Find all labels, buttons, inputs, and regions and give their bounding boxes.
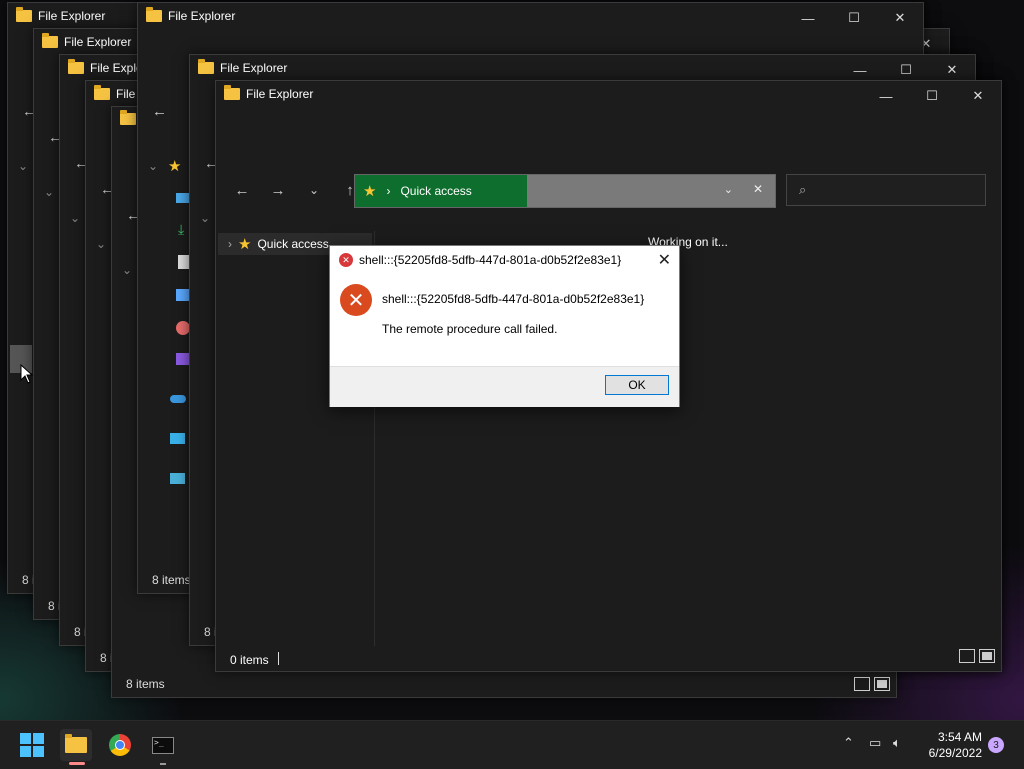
- chevron-down-icon[interactable]: ⌄: [18, 159, 28, 173]
- active-app-indicator: [69, 762, 85, 765]
- status-bar-text: 8 items: [152, 573, 191, 587]
- window-title: File Explorer: [198, 59, 287, 75]
- folder-icon: [146, 7, 162, 22]
- window-controls: — ☐ ✕: [863, 81, 1001, 111]
- window-title: File Explorer: [146, 7, 235, 23]
- folder-icon: [16, 7, 32, 22]
- search-icon: ⌕: [799, 182, 807, 197]
- terminal-icon: >_: [152, 736, 174, 754]
- folder-icon: [198, 59, 214, 74]
- chevron-down-icon[interactable]: ⌄: [96, 237, 106, 251]
- windows-start-icon: [20, 733, 44, 757]
- window-title: File Explorer: [42, 33, 131, 49]
- documents-icon: [178, 255, 189, 269]
- minimize-button[interactable]: —: [863, 81, 909, 111]
- taskbar: >_ ⌃ ▭ 🔈︎ 3:54 AM 6/29/2022 3: [0, 720, 1024, 769]
- close-button[interactable]: ✕: [955, 81, 1001, 111]
- ok-button[interactable]: OK: [605, 375, 669, 395]
- dialog-footer: OK: [330, 366, 679, 407]
- recent-locations-button[interactable]: ⌄: [300, 179, 328, 201]
- search-input[interactable]: ⌕: [786, 174, 986, 206]
- details-view-button[interactable]: [959, 649, 975, 663]
- star-icon: ★: [363, 183, 377, 200]
- window-title: File Explorer: [224, 85, 313, 101]
- status-bar-text: 0 items: [230, 653, 269, 667]
- dialog-message-error: The remote procedure call failed.: [382, 322, 558, 336]
- address-text: Quick access: [400, 184, 472, 198]
- error-icon: ✕: [340, 284, 372, 316]
- back-arrow-icon[interactable]: ←: [152, 103, 167, 120]
- minimize-button[interactable]: —: [785, 3, 831, 33]
- start-button[interactable]: [16, 729, 48, 761]
- chrome-icon: [109, 734, 131, 756]
- status-separator: [278, 652, 279, 665]
- tiles-view-button[interactable]: [979, 649, 995, 663]
- folder-icon: [42, 33, 58, 48]
- folder-icon: [68, 59, 84, 74]
- view-toggle: [854, 677, 890, 691]
- onedrive-icon: [170, 395, 186, 403]
- star-icon: ★: [238, 236, 252, 253]
- view-toggle: [959, 649, 995, 663]
- videos-icon: [176, 353, 190, 365]
- downloads-icon: ⤓: [178, 221, 185, 237]
- pictures-icon: [176, 289, 190, 301]
- taskbar-file-explorer[interactable]: [60, 729, 92, 761]
- chevron-down-icon[interactable]: ⌄: [148, 159, 158, 173]
- chevron-right-icon[interactable]: ›: [228, 237, 232, 251]
- error-icon: ✕: [339, 253, 353, 267]
- taskbar-terminal[interactable]: >_: [147, 729, 179, 761]
- clock-time: 3:54 AM: [937, 730, 982, 744]
- address-bar[interactable]: ★ › Quick access ⌄ ✕: [354, 174, 776, 208]
- maximize-button[interactable]: ☐: [909, 81, 955, 111]
- folder-icon: [94, 85, 110, 100]
- taskbar-chrome[interactable]: [104, 729, 136, 761]
- window-controls: — ☐ ✕: [785, 3, 923, 33]
- chevron-down-icon[interactable]: ⌄: [122, 263, 132, 277]
- dialog-message-path: shell:::{52205fd8-5dfb-447d-801a-d0b52f2…: [382, 292, 645, 306]
- folder-icon: [224, 85, 240, 100]
- network-icon: [170, 473, 185, 484]
- volume-icon[interactable]: 🔈︎: [893, 735, 901, 751]
- dialog-title: ✕ shell:::{52205fd8-5dfb-447d-801a-d0b52…: [339, 253, 621, 267]
- dialog-close-button[interactable]: ✕: [658, 250, 671, 270]
- folder-icon: [120, 110, 136, 125]
- chevron-down-icon[interactable]: ⌄: [44, 185, 54, 199]
- address-dropdown-button[interactable]: ⌄: [724, 183, 733, 196]
- window-title: File Explo: [68, 59, 143, 75]
- star-icon: ★: [168, 158, 182, 175]
- back-button[interactable]: ←: [228, 179, 256, 201]
- tiles-view-button[interactable]: [874, 677, 890, 691]
- desktop-icon: [176, 193, 190, 203]
- chevron-down-icon[interactable]: ⌄: [200, 211, 210, 225]
- error-dialog[interactable]: ✕ shell:::{52205fd8-5dfb-447d-801a-d0b52…: [329, 245, 680, 407]
- forward-button[interactable]: →: [264, 179, 292, 201]
- this-pc-icon: [170, 433, 185, 444]
- file-explorer-icon: [65, 734, 87, 753]
- address-clear-button[interactable]: ✕: [753, 182, 763, 196]
- notification-badge[interactable]: 3: [988, 737, 1004, 753]
- address-breadcrumb[interactable]: ★ › Quick access: [355, 175, 527, 207]
- sidebar-item-label: Quick access: [257, 237, 329, 251]
- network-icon[interactable]: ▭: [869, 735, 881, 751]
- running-app-indicator: [160, 763, 166, 765]
- maximize-button[interactable]: ☐: [831, 3, 877, 33]
- details-view-button[interactable]: [854, 677, 870, 691]
- status-bar-text: 8 items: [126, 677, 165, 691]
- clock-date: 6/29/2022: [928, 746, 982, 760]
- close-button[interactable]: ✕: [877, 3, 923, 33]
- chevron-down-icon[interactable]: ⌄: [70, 211, 80, 225]
- mouse-cursor: [20, 364, 34, 384]
- clock[interactable]: 3:54 AM 6/29/2022: [929, 729, 982, 761]
- window-title: File Explorer: [16, 7, 105, 23]
- chevron-right-icon: ›: [386, 184, 391, 198]
- navigation-buttons: ← → ⌄ ↑: [228, 179, 364, 201]
- music-icon: [176, 321, 190, 335]
- show-hidden-icons-button[interactable]: ⌃: [843, 735, 854, 751]
